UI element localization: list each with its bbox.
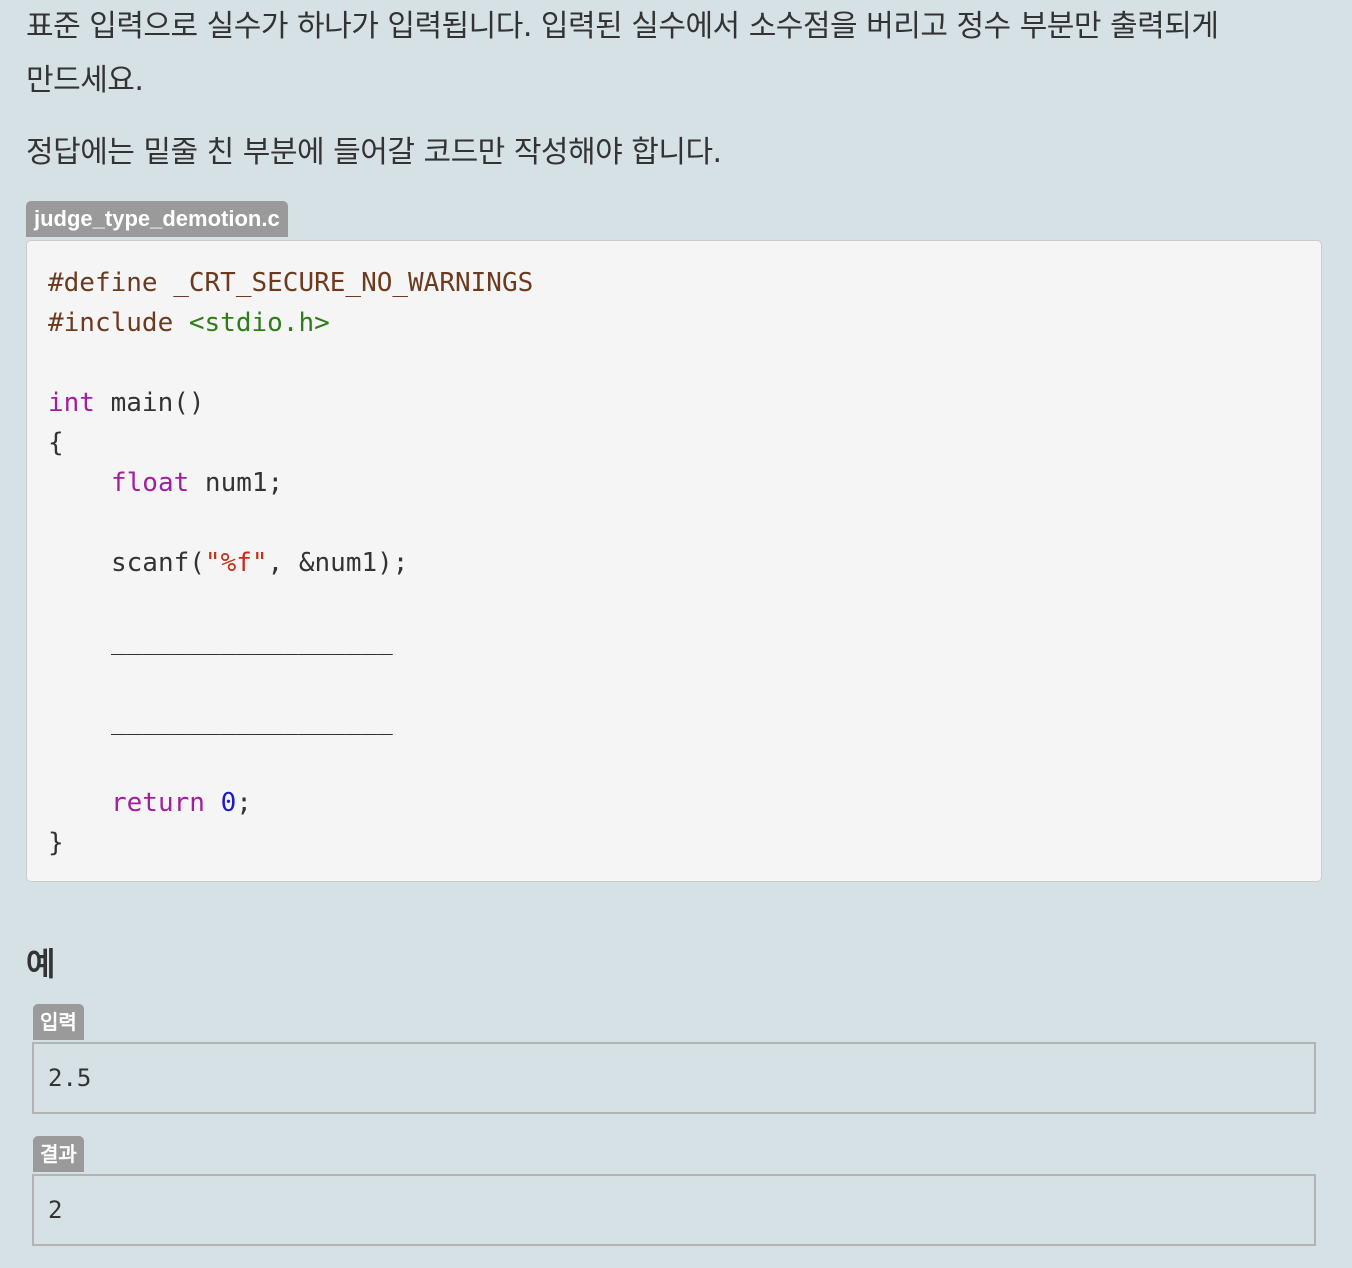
sample-input-value: 2.5 — [48, 1064, 92, 1092]
include-directive: #include — [48, 308, 189, 338]
code-line-include: #include <stdio.h> — [48, 303, 330, 343]
description-line-2: 만드세요. — [26, 63, 144, 98]
return-semicolon: ; — [236, 788, 252, 818]
scanf-format-string: "%f" — [204, 548, 268, 578]
answer-instruction: 정답에는 밑줄 친 부분에 들어갈 코드만 작성해야 합니다. — [26, 135, 722, 170]
code-line-main: int main() — [48, 383, 205, 423]
code-filename-label: judge_type_demotion.c — [26, 201, 288, 237]
return-value: 0 — [220, 788, 237, 818]
main-return-type: int — [48, 388, 95, 418]
example-heading: 예 — [26, 945, 56, 983]
problem-description: 표준 입력으로 실수가 하나가 입력됩니다. 입력된 실수에서 소수점을 버리고… — [26, 0, 1326, 108]
scanf-call: scanf( — [111, 548, 205, 578]
sample-output-box: 2 — [32, 1174, 1316, 1246]
code-line-scanf: scanf("%f", &num1); — [111, 543, 408, 583]
main-signature: main() — [94, 388, 205, 418]
input-label: 입력 — [33, 1004, 84, 1040]
output-label: 결과 — [33, 1136, 84, 1172]
include-header: <stdio.h> — [188, 308, 330, 338]
declaration-rest: num1; — [189, 468, 284, 498]
code-block: #define _CRT_SECURE_NO_WARNINGS #include… — [26, 240, 1322, 882]
code-line-return: return 0; — [111, 783, 252, 823]
sample-output-value: 2 — [48, 1196, 63, 1224]
code-line-declaration: float num1; — [111, 463, 283, 503]
code-line-define: #define _CRT_SECURE_NO_WARNINGS — [48, 268, 534, 298]
float-keyword: float — [111, 468, 190, 498]
return-keyword: return — [111, 788, 205, 818]
code-line-close-brace: } — [48, 828, 64, 858]
problem-page: 표준 입력으로 실수가 하나가 입력됩니다. 입력된 실수에서 소수점을 버리고… — [0, 0, 1352, 1268]
code-line-open-brace: { — [48, 428, 64, 458]
scanf-args: , &num1); — [267, 548, 409, 578]
description-line-1: 표준 입력으로 실수가 하나가 입력됩니다. 입력된 실수에서 소수점을 버리고… — [26, 9, 1219, 44]
code-blank-2: __________________ — [111, 706, 393, 736]
sample-input-box: 2.5 — [32, 1042, 1316, 1114]
code-blank-1: __________________ — [111, 626, 393, 656]
